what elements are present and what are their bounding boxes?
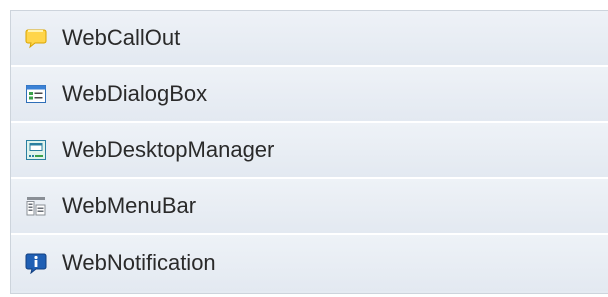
list-item-label: WebMenuBar (62, 193, 197, 218)
list-item-webcallout[interactable]: WebCallOut (11, 11, 608, 67)
list-item-webdialogbox[interactable]: WebDialogBox (11, 67, 608, 123)
callout-icon (25, 27, 47, 49)
list-item-label: WebNotification (62, 250, 216, 275)
list-item-webnotification[interactable]: WebNotification (11, 235, 608, 291)
dialog-box-icon (25, 83, 47, 105)
list-item-label: WebCallOut (62, 25, 181, 50)
notification-info-icon (25, 252, 47, 274)
list-item-label: WebDialogBox (62, 81, 208, 106)
desktop-manager-icon (25, 139, 47, 161)
list-item-label: WebDesktopManager (62, 137, 275, 162)
list-item-webmenubar[interactable]: WebMenuBar (11, 179, 608, 235)
component-list: WebCallOut WebDialogBox WebDesktopManage… (10, 10, 608, 294)
menu-bar-icon (25, 195, 47, 217)
list-item-webdesktopmanager[interactable]: WebDesktopManager (11, 123, 608, 179)
